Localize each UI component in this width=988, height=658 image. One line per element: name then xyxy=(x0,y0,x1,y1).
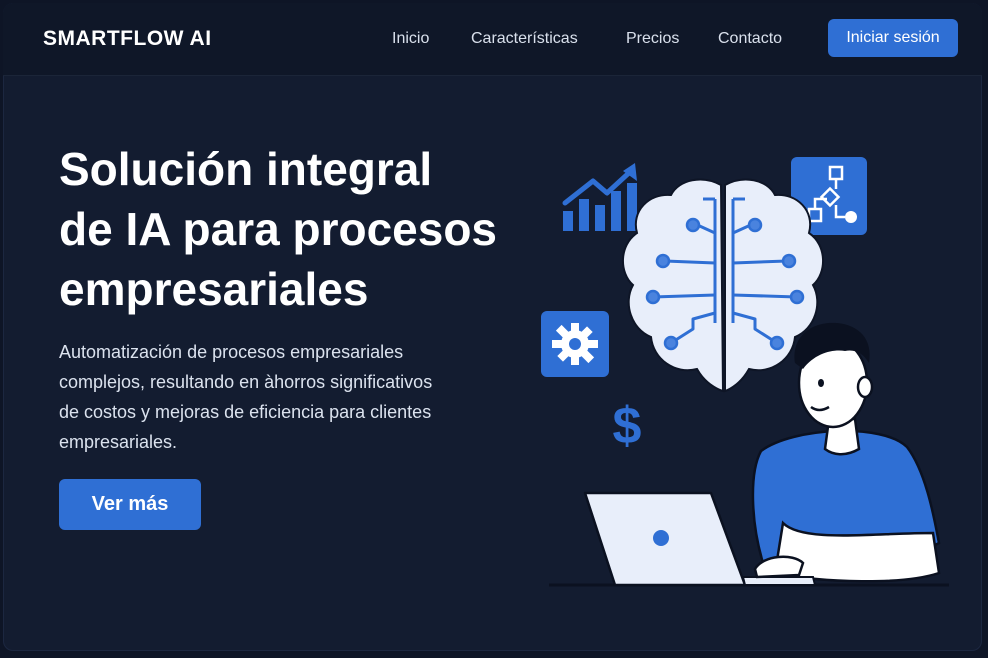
hero-title: Solución integral de IA para procesos em… xyxy=(59,139,539,319)
dollar-icon: $ xyxy=(613,397,642,455)
nav-link-caracteristicas[interactable]: Características xyxy=(471,30,578,48)
brand-logo[interactable]: SMARTFLOW AI xyxy=(43,27,212,51)
brain-circuit-icon xyxy=(621,178,825,393)
login-button[interactable]: Iniciar sesión xyxy=(828,19,958,57)
hero-description-line: de costos y mejoras de eficiencia para c… xyxy=(59,402,432,422)
hero-title-line: empresariales xyxy=(59,263,369,315)
growth-chart-icon xyxy=(562,163,637,231)
page-frame: SMARTFLOW AI Inicio Características Prec… xyxy=(3,3,982,651)
hero-description: Automatización de procesos empresariales… xyxy=(59,337,479,457)
hero-title-line: Solución integral xyxy=(59,143,433,195)
hero-description-line: Automatización de procesos empresariales xyxy=(59,342,404,362)
nav-link-inicio[interactable]: Inicio xyxy=(392,30,429,48)
hero-description-line: empresariales. xyxy=(59,432,178,452)
gear-icon xyxy=(541,311,609,377)
ver-mas-button[interactable]: Ver más xyxy=(59,479,201,530)
hero-description-line: complejos, resultando en àhorros signifi… xyxy=(59,372,433,392)
hero-title-line: de IA para procesos xyxy=(59,203,498,255)
nav-link-contacto[interactable]: Contacto xyxy=(718,30,782,48)
hero-illustration: $ xyxy=(541,157,949,587)
top-navbar: SMARTFLOW AI Inicio Características Prec… xyxy=(3,3,982,76)
nav-link-precios[interactable]: Precios xyxy=(626,30,679,48)
